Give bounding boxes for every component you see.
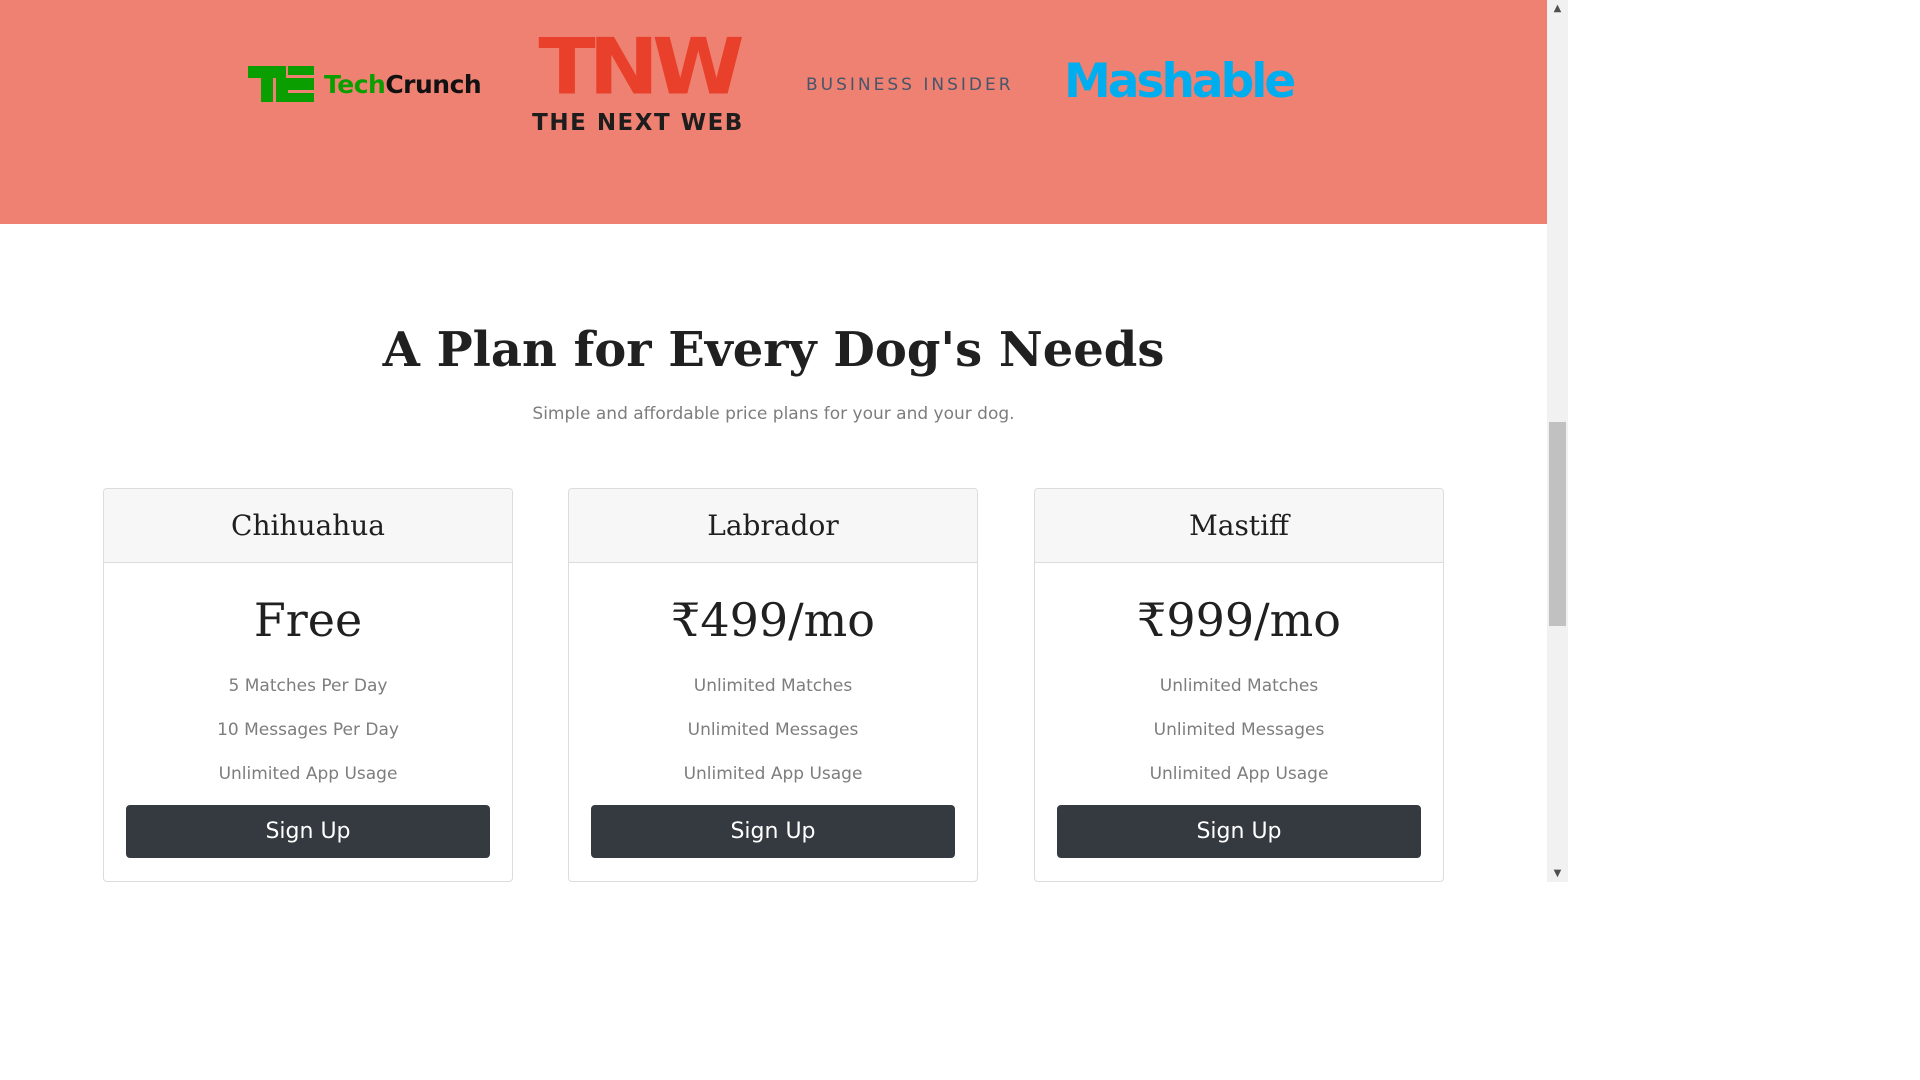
page: TechCrunch TNW THE NEXT WEB BUSINESS INS… bbox=[0, 0, 1547, 882]
scroll-up-arrow-icon[interactable]: ▲ bbox=[1547, 0, 1568, 17]
plan-price: Free bbox=[253, 593, 363, 647]
vertical-scrollbar[interactable]: ▲ ▼ bbox=[1547, 0, 1568, 882]
mashable-logo: Mashable bbox=[1064, 54, 1296, 109]
techcrunch-logo: TechCrunch bbox=[248, 66, 482, 102]
plan-card-mastiff: Mastiff ₹999/mo Unlimited Matches Unlimi… bbox=[1034, 488, 1444, 882]
plan-feature: Unlimited Messages bbox=[1153, 720, 1325, 740]
plan-name: Mastiff bbox=[1035, 489, 1443, 563]
sign-up-button-chihuahua[interactable]: Sign Up bbox=[126, 805, 490, 858]
plan-name: Chihuahua bbox=[104, 489, 512, 563]
sign-up-button-mastiff[interactable]: Sign Up bbox=[1057, 805, 1421, 858]
press-section: TechCrunch TNW THE NEXT WEB BUSINESS INS… bbox=[0, 0, 1547, 224]
plan-feature: Unlimited Matches bbox=[693, 676, 853, 696]
plan-feature: Unlimited App Usage bbox=[1149, 764, 1329, 784]
tnw-logo: TNW THE NEXT WEB bbox=[520, 28, 756, 138]
plan-card-labrador: Labrador ₹499/mo Unlimited Matches Unlim… bbox=[568, 488, 978, 882]
techcrunch-wordmark: TechCrunch bbox=[324, 69, 482, 99]
tnw-mark: TNW bbox=[538, 21, 744, 112]
sign-up-button-labrador[interactable]: Sign Up bbox=[591, 805, 955, 858]
tnw-wordmark: THE NEXT WEB bbox=[532, 110, 744, 136]
scroll-down-arrow-icon[interactable]: ▼ bbox=[1547, 865, 1568, 882]
plan-price: ₹499/mo bbox=[671, 593, 875, 647]
plan-name: Labrador bbox=[569, 489, 977, 563]
plan-feature: Unlimited Messages bbox=[687, 720, 859, 740]
plan-price: ₹999/mo bbox=[1137, 593, 1341, 647]
plan-card-chihuahua: Chihuahua Free 5 Matches Per Day 10 Mess… bbox=[103, 488, 513, 882]
business-insider-logo: BUSINESS INSIDER bbox=[806, 75, 1014, 95]
pricing-subtitle: Simple and affordable price plans for yo… bbox=[532, 404, 1015, 424]
techcrunch-mark-icon bbox=[248, 66, 314, 102]
plan-feature: 10 Messages Per Day bbox=[217, 720, 399, 740]
plan-feature: 5 Matches Per Day bbox=[228, 676, 388, 696]
scrollbar-thumb[interactable] bbox=[1549, 422, 1566, 626]
plan-feature: Unlimited App Usage bbox=[683, 764, 863, 784]
plan-feature: Unlimited Matches bbox=[1159, 676, 1319, 696]
pricing-title: A Plan for Every Dog's Needs bbox=[382, 322, 1165, 378]
plan-feature: Unlimited App Usage bbox=[218, 764, 398, 784]
